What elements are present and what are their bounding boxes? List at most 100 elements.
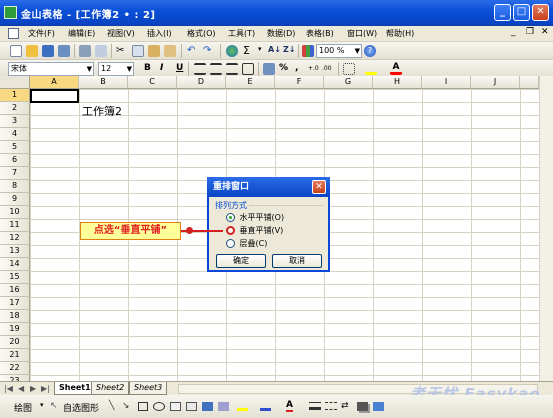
doc-restore-button[interactable]: ❐	[526, 27, 534, 37]
align-left-icon[interactable]	[194, 63, 206, 75]
column-header-d[interactable]: D	[177, 76, 226, 89]
doc-minimize-button[interactable]: _	[511, 27, 516, 37]
chart-icon[interactable]	[302, 45, 314, 57]
3d-icon[interactable]	[373, 402, 384, 411]
open-icon[interactable]	[26, 45, 38, 57]
dialog-close-button[interactable]: ✕	[312, 180, 326, 194]
option-cascade[interactable]: 层叠(C)	[226, 238, 267, 249]
row-header[interactable]: 21	[0, 349, 30, 362]
next-sheet-icon[interactable]: ▶	[30, 384, 36, 393]
sheet-tab-2[interactable]: Sheet2	[91, 382, 130, 395]
sheet-tab-1[interactable]: Sheet1	[54, 382, 96, 395]
row-header[interactable]: 5	[0, 141, 30, 154]
minimize-button[interactable]: _	[494, 4, 511, 21]
column-header-partial[interactable]	[520, 76, 539, 89]
close-button[interactable]: ✕	[532, 4, 549, 21]
column-header-j[interactable]: J	[471, 76, 520, 89]
select-pointer-icon[interactable]: ↖	[50, 401, 58, 411]
vertical-scrollbar[interactable]	[539, 76, 553, 381]
undo-icon[interactable]: ↶	[187, 45, 199, 57]
autosum-icon[interactable]: Σ	[243, 45, 255, 57]
save-icon[interactable]	[42, 45, 54, 57]
ok-button[interactable]: 确定	[216, 254, 266, 268]
italic-button[interactable]: I	[160, 63, 163, 73]
sort-descending-icon[interactable]: Z↓	[283, 45, 296, 57]
zoom-combo[interactable]: 100 % ▼	[316, 44, 362, 58]
draw-menu-button[interactable]: 绘图	[14, 401, 32, 414]
menu-insert[interactable]: 插入(I)	[147, 28, 172, 39]
autoshapes-button[interactable]: 自选图形	[63, 401, 99, 414]
line-icon[interactable]: ╲	[109, 401, 114, 411]
row-header[interactable]: 13	[0, 245, 30, 258]
menu-view[interactable]: 视图(V)	[107, 28, 135, 39]
sheet-tab-3[interactable]: Sheet3	[129, 382, 168, 395]
row-header[interactable]: 12	[0, 232, 30, 245]
copy-icon[interactable]	[132, 45, 144, 57]
row-header[interactable]: 1	[0, 89, 30, 102]
shadow-icon[interactable]	[357, 402, 368, 411]
column-header-b[interactable]: B	[79, 76, 128, 89]
underline-button[interactable]: U	[176, 63, 183, 73]
radio-vertical[interactable]	[226, 226, 235, 235]
diagram-icon[interactable]	[218, 402, 229, 411]
menu-tools[interactable]: 工具(T)	[228, 28, 255, 39]
doc-close-button[interactable]: ✕	[541, 27, 549, 37]
menu-window[interactable]: 窗口(W)	[347, 28, 377, 39]
line-color-icon[interactable]	[260, 402, 271, 411]
cut-icon[interactable]: ✂	[116, 45, 128, 57]
wordart-icon[interactable]	[202, 402, 213, 411]
bold-button[interactable]: B	[144, 63, 151, 73]
hyperlink-icon[interactable]	[226, 45, 238, 57]
comma-button[interactable]: ,	[295, 63, 298, 73]
row-header[interactable]: 22	[0, 362, 30, 375]
active-cell-a1[interactable]	[30, 89, 79, 103]
column-header-e[interactable]: E	[226, 76, 275, 89]
row-header[interactable]: 15	[0, 271, 30, 284]
option-vertical[interactable]: 垂直平铺(V)	[226, 225, 283, 236]
oval-icon[interactable]	[153, 402, 165, 411]
row-header[interactable]: 14	[0, 258, 30, 271]
menu-table[interactable]: 表格(B)	[306, 28, 334, 39]
line-style-icon[interactable]	[309, 402, 321, 410]
cancel-button[interactable]: 取消	[272, 254, 322, 268]
font-color-icon[interactable]: A	[390, 63, 402, 75]
row-header[interactable]: 11	[0, 219, 30, 232]
fill-color-icon[interactable]	[237, 402, 248, 411]
menu-format[interactable]: 格式(O)	[187, 28, 216, 39]
column-header-i[interactable]: I	[422, 76, 471, 89]
column-header-c[interactable]: C	[128, 76, 177, 89]
font-name-combo[interactable]: 宋体 ▼	[8, 62, 94, 76]
menu-file[interactable]: 文件(F)	[28, 28, 55, 39]
first-sheet-icon[interactable]: |◀	[4, 384, 13, 393]
select-all-corner[interactable]	[0, 76, 30, 89]
row-header[interactable]: 16	[0, 284, 30, 297]
textbox-icon[interactable]	[170, 402, 181, 411]
redo-icon[interactable]: ↷	[203, 45, 215, 57]
menu-edit[interactable]: 编辑(E)	[68, 28, 95, 39]
align-right-icon[interactable]	[226, 63, 238, 75]
option-horizontal[interactable]: 水平平铺(O)	[226, 212, 284, 223]
arrow-icon[interactable]: ↘	[122, 401, 130, 411]
new-icon[interactable]	[10, 45, 22, 57]
currency-icon[interactable]	[263, 63, 275, 75]
menu-data[interactable]: 数据(D)	[267, 28, 295, 39]
borders-icon[interactable]	[343, 63, 355, 75]
row-header[interactable]: 19	[0, 323, 30, 336]
column-header-h[interactable]: H	[373, 76, 422, 89]
sort-ascending-icon[interactable]: A↓	[268, 45, 281, 57]
prev-sheet-icon[interactable]: ◀	[18, 384, 24, 393]
maximize-button[interactable]: □	[513, 4, 530, 21]
row-header[interactable]: 6	[0, 154, 30, 167]
last-sheet-icon[interactable]: ▶|	[41, 384, 50, 393]
help-icon[interactable]: ?	[364, 45, 376, 57]
column-header-f[interactable]: F	[275, 76, 324, 89]
cell-b2[interactable]: 工作簿2	[82, 103, 122, 119]
row-header[interactable]: 17	[0, 297, 30, 310]
column-header-a[interactable]: A	[30, 76, 79, 89]
row-header[interactable]: 18	[0, 310, 30, 323]
radio-cascade[interactable]	[226, 239, 235, 248]
paste-icon[interactable]	[148, 45, 160, 57]
row-header[interactable]: 8	[0, 180, 30, 193]
save-all-icon[interactable]	[58, 45, 70, 57]
row-header[interactable]: 4	[0, 128, 30, 141]
